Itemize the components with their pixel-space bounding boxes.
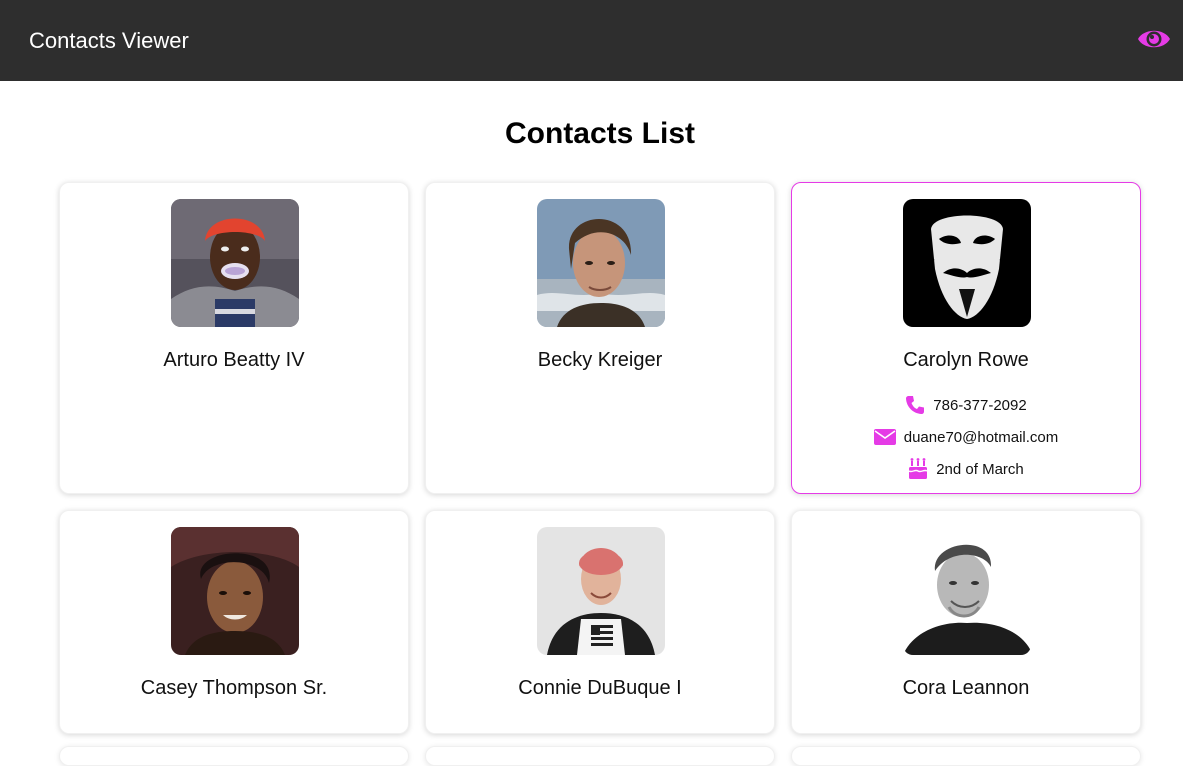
contact-name: Casey Thompson Sr.	[140, 677, 328, 699]
birthday-cake-icon	[908, 458, 928, 480]
contact-name: Becky Kreiger	[537, 349, 663, 371]
contact-name: Cora Leannon	[902, 677, 1030, 699]
contact-name: Arturo Beatty IV	[163, 349, 305, 371]
contact-name: Carolyn Rowe	[903, 349, 1029, 371]
eye-toggle-button[interactable]	[1137, 24, 1171, 54]
contact-card[interactable]	[59, 746, 409, 766]
contact-photo	[903, 527, 1031, 655]
app-title: Contacts Viewer	[29, 28, 189, 53]
page-title: Contacts List	[504, 117, 696, 150]
contact-card[interactable]: Casey Thompson Sr.	[59, 510, 409, 734]
birthday-text: 2nd of March	[936, 460, 1024, 478]
contact-photo	[537, 527, 665, 655]
contact-photo	[171, 527, 299, 655]
contact-card[interactable]: Connie DuBuque I	[425, 510, 775, 734]
contact-card[interactable]	[791, 746, 1141, 766]
phone-text: 786-377-2092	[933, 396, 1027, 414]
app-bar: Contacts Viewer	[0, 0, 1183, 81]
contact-email[interactable]: duane70@hotmail.com	[792, 421, 1140, 453]
phone-icon	[905, 395, 925, 415]
contact-card[interactable]: Becky Kreiger	[425, 182, 775, 494]
email-text: duane70@hotmail.com	[903, 428, 1059, 446]
contact-details: 786-377-2092 duane70@hotmail.com 2nd of …	[792, 389, 1140, 485]
contact-phone[interactable]: 786-377-2092	[792, 389, 1140, 421]
envelope-icon	[873, 429, 896, 445]
contact-birthday: 2nd of March	[792, 453, 1140, 485]
contact-photo	[537, 199, 665, 327]
contact-photo	[903, 199, 1031, 327]
eye-icon	[1138, 30, 1170, 48]
contact-photo	[171, 199, 299, 327]
contact-name: Connie DuBuque I	[518, 677, 682, 699]
contact-card[interactable]	[425, 746, 775, 766]
contact-card-selected[interactable]: Carolyn Rowe 786-377-2092 duane70@hotmai…	[791, 182, 1141, 494]
contact-card[interactable]: Cora Leannon	[791, 510, 1141, 734]
contact-card[interactable]: Arturo Beatty IV	[59, 182, 409, 494]
